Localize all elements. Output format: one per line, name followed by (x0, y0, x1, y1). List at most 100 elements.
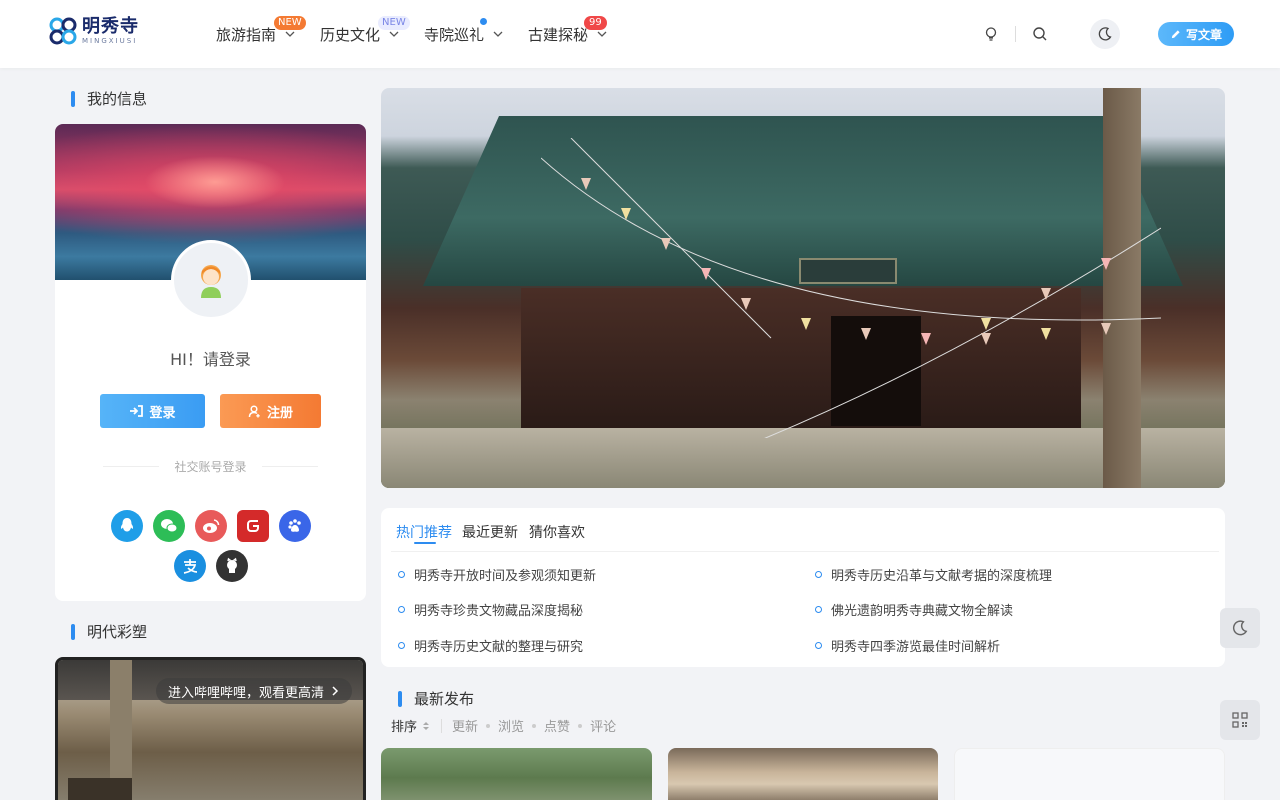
post-title: 佛光遗韵明秀寺典藏文物全解读 (831, 604, 1014, 619)
title-accent-bar (398, 690, 402, 707)
wechat-icon (160, 519, 177, 533)
hero-banner-image[interactable] (381, 88, 1225, 488)
user-card: HI！请登录 登录 注册 社交账号登录 (55, 124, 366, 601)
gitee-login-button[interactable] (236, 510, 269, 542)
tabs-divider (391, 551, 1219, 552)
post-link[interactable]: 明秀寺历史沿革与文献考据的深度梳理 (815, 565, 1052, 584)
top-header: 明秀寺 MINGXIUSI 旅游指南 NEW 历史文化 NEW 寺院巡礼 古建探… (0, 0, 1280, 68)
weibo-login-button[interactable] (194, 510, 227, 542)
search-button[interactable] (1026, 20, 1054, 48)
new-badge: NEW (378, 16, 410, 30)
alipay-icon (183, 559, 197, 574)
post-thumbnail[interactable] (668, 748, 938, 800)
post-link[interactable]: 明秀寺珍贵文物藏品深度揭秘 (398, 600, 583, 619)
wechat-login-button[interactable] (152, 510, 185, 542)
social-login-icons (85, 510, 336, 590)
post-link[interactable]: 佛光遗韵明秀寺典藏文物全解读 (815, 600, 1013, 619)
moon-icon (1098, 27, 1112, 41)
nav-label: 旅游指南 (216, 25, 277, 44)
idea-button[interactable] (977, 20, 1005, 48)
nav-label: 古建探秘 (528, 25, 589, 44)
bilibili-link[interactable]: 进入哔哩哔哩，观看更高清 (156, 678, 353, 704)
bullet-ring-icon (398, 571, 405, 578)
nav-item-temple-tour[interactable]: 寺院巡礼 (424, 0, 504, 68)
sort-dropdown[interactable]: 排序 (391, 716, 431, 735)
sort-bar: 排序 更新 浏览 点赞 评论 (391, 716, 616, 735)
gitee-icon (246, 520, 259, 532)
post-thumbnail[interactable] (381, 748, 652, 800)
float-dark-mode-button[interactable] (1220, 608, 1260, 648)
video-section-title: 明代彩塑 (71, 621, 147, 642)
sort-option-updated[interactable]: 更新 (452, 716, 478, 735)
sort-option-views[interactable]: 浏览 (498, 716, 524, 735)
write-article-button[interactable]: 写文章 (1157, 22, 1234, 46)
sort-option-comments[interactable]: 评论 (590, 716, 616, 735)
divider-line (262, 466, 318, 467)
sign-in-icon (130, 405, 144, 417)
video-thumbnail-sign (68, 778, 132, 800)
social-login-label: 社交账号登录 (174, 460, 247, 474)
bullet-ring-icon (815, 571, 822, 578)
login-greeting: HI！请登录 (170, 350, 251, 369)
user-plus-icon (248, 404, 260, 417)
alipay-login-button[interactable] (173, 550, 206, 582)
my-info-title: 我的信息 (71, 88, 147, 109)
bullet-ring-icon (398, 606, 405, 613)
logo-mark-icon (49, 17, 77, 45)
active-tab-indicator (414, 542, 436, 544)
post-title: 明秀寺四季游览最佳时间解析 (831, 640, 1001, 655)
dot-separator (486, 723, 491, 728)
nav-label: 历史文化 (320, 25, 381, 44)
dark-mode-toggle[interactable] (1089, 19, 1120, 49)
register-button[interactable]: 注册 (220, 394, 321, 428)
bullet-ring-icon (398, 642, 405, 649)
header-divider (1014, 26, 1016, 42)
dot-separator (532, 723, 537, 728)
tab-guess[interactable]: 猜你喜欢 (529, 522, 585, 542)
baidu-login-button[interactable] (278, 510, 311, 542)
chevron-down-icon (493, 31, 503, 37)
latest-section-title-text: 最新发布 (414, 690, 475, 708)
lightbulb-icon (985, 27, 997, 41)
search-icon (1033, 27, 1047, 41)
prayer-flags-decoration (541, 138, 1161, 438)
sort-arrows-icon (423, 721, 430, 730)
title-accent-bar (71, 90, 75, 107)
baidu-icon (287, 519, 301, 532)
default-avatar-icon (201, 265, 221, 298)
post-link[interactable]: 明秀寺四季游览最佳时间解析 (815, 636, 1000, 655)
post-link[interactable]: 明秀寺历史文献的整理与研究 (398, 636, 583, 655)
site-logo[interactable]: 明秀寺 MINGXIUSI (48, 16, 139, 46)
nav-item-ancient-architecture[interactable]: 古建探秘 99 (528, 0, 608, 68)
github-login-button[interactable] (215, 550, 248, 582)
post-title: 明秀寺开放时间及参观须知更新 (414, 569, 597, 584)
post-title: 明秀寺珍贵文物藏品深度揭秘 (414, 604, 584, 619)
bullet-ring-icon (815, 642, 822, 649)
new-badge: NEW (274, 16, 306, 30)
qrcode-icon (1232, 712, 1248, 728)
sort-option-likes[interactable]: 点赞 (544, 716, 570, 735)
post-link[interactable]: 明秀寺开放时间及参观须知更新 (398, 565, 596, 584)
float-qrcode-button[interactable] (1220, 700, 1260, 740)
recommend-tabs-card: 热门推荐 最近更新 猜你喜欢 明秀寺开放时间及参观须知更新 明秀寺历史沿革与文献… (381, 508, 1225, 667)
nav-item-history-culture[interactable]: 历史文化 NEW (320, 0, 410, 68)
moon-icon (1232, 620, 1248, 636)
qq-login-button[interactable] (110, 510, 143, 542)
logo-subtitle: MINGXIUSI (82, 36, 138, 45)
chevron-right-icon (332, 686, 339, 696)
github-icon (226, 557, 237, 573)
tab-hot[interactable]: 热门推荐 (396, 522, 452, 542)
latest-section-title: 最新发布 (398, 688, 474, 709)
post-thumbnail-placeholder[interactable] (954, 748, 1225, 800)
nav-item-travel-guide[interactable]: 旅游指南 NEW (216, 0, 306, 68)
post-title: 明秀寺历史文献的整理与研究 (414, 640, 584, 655)
avatar[interactable] (171, 240, 251, 320)
login-button[interactable]: 登录 (100, 394, 205, 428)
bilibili-video-card[interactable]: 进入哔哩哔哩，观看更高清 (55, 657, 366, 800)
header-actions: 写文章 (977, 0, 1234, 68)
logo-name: 明秀寺 (82, 15, 139, 37)
main-nav: 旅游指南 NEW 历史文化 NEW 寺院巡礼 古建探秘 99 (216, 0, 632, 68)
my-info-title-text: 我的信息 (87, 90, 148, 108)
tab-recent[interactable]: 最近更新 (462, 522, 518, 542)
nav-label: 寺院巡礼 (424, 25, 485, 44)
